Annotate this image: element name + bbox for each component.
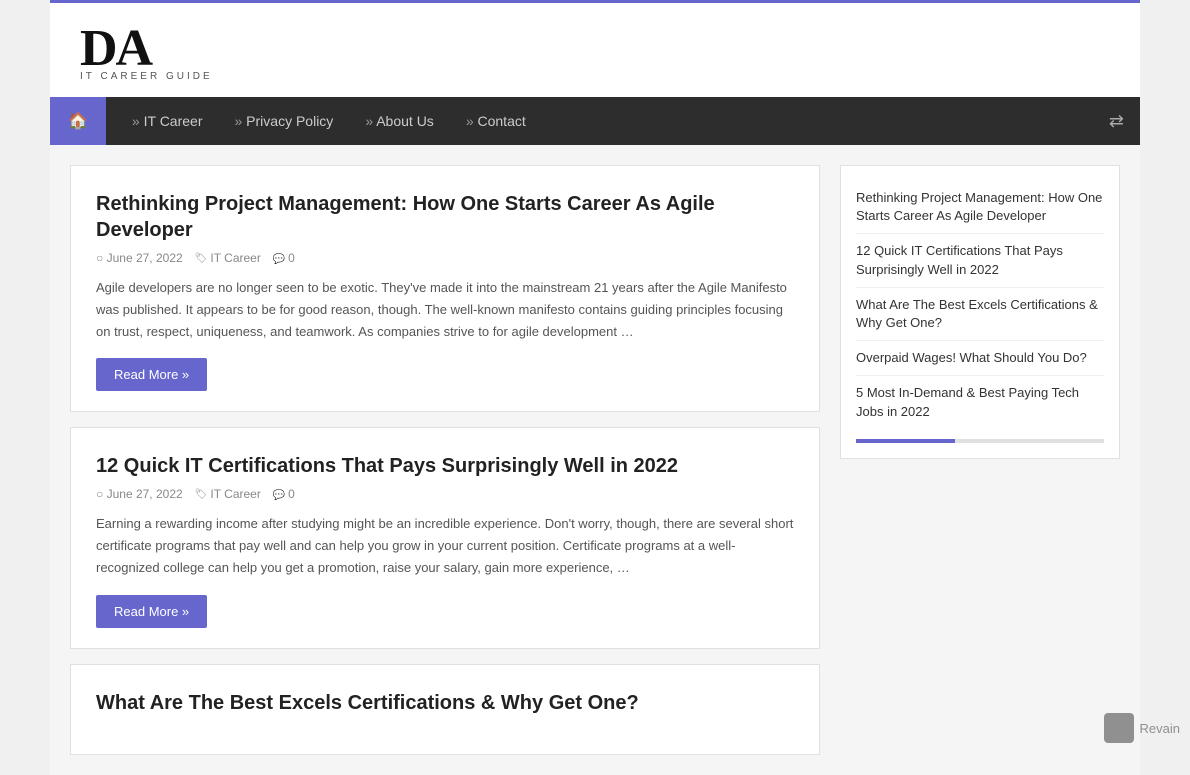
read-more-button[interactable]: Read More » — [96, 358, 207, 391]
post-meta: June 27, 2022 IT Career 0 — [96, 487, 794, 501]
post-excerpt: Earning a rewarding income after studyin… — [96, 513, 794, 579]
sidebar-link[interactable]: Rethinking Project Management: How One S… — [856, 190, 1102, 223]
post-comments: 0 — [273, 251, 295, 265]
post-date: June 27, 2022 — [96, 487, 183, 501]
nav-link-contact[interactable]: Contact — [450, 99, 542, 143]
sidebar-progress — [856, 439, 1104, 443]
sidebar-link[interactable]: Overpaid Wages! What Should You Do? — [856, 350, 1087, 365]
logo-sub: IT CAREER GUIDE — [80, 71, 213, 82]
post-comments: 0 — [273, 487, 295, 501]
post-date: June 27, 2022 — [96, 251, 183, 265]
revain-watermark: Revain — [1104, 713, 1180, 743]
revain-text: Revain — [1140, 721, 1180, 736]
sidebar-progress-fill — [856, 439, 955, 443]
sidebar-link[interactable]: 12 Quick IT Certifications That Pays Sur… — [856, 243, 1063, 276]
post-card: Rethinking Project Management: How One S… — [70, 165, 820, 412]
random-icon[interactable]: ⇄ — [1093, 101, 1140, 142]
read-more-button[interactable]: Read More » — [96, 595, 207, 628]
posts-column: Rethinking Project Management: How One S… — [70, 165, 820, 755]
site-header: DA IT CAREER GUIDE — [50, 3, 1140, 97]
sidebar-link-item: What Are The Best Excels Certifications … — [856, 288, 1104, 341]
main-content: Rethinking Project Management: How One S… — [50, 145, 1140, 775]
post-card: 12 Quick IT Certifications That Pays Sur… — [70, 427, 820, 648]
home-nav-button[interactable]: 🏠 — [50, 97, 106, 145]
nav-link-privacy[interactable]: Privacy Policy — [218, 99, 349, 143]
sidebar: Rethinking Project Management: How One S… — [840, 165, 1120, 755]
post-meta: June 27, 2022 IT Career 0 — [96, 251, 794, 265]
sidebar-link-item: 12 Quick IT Certifications That Pays Sur… — [856, 234, 1104, 287]
post-excerpt: Agile developers are no longer seen to b… — [96, 277, 794, 343]
logo-main: DA — [80, 23, 213, 75]
page-wrapper: DA IT CAREER GUIDE 🏠 IT Career Privacy P… — [50, 0, 1140, 775]
post-title: Rethinking Project Management: How One S… — [96, 191, 794, 243]
nav-links: IT Career Privacy Policy About Us Contac… — [106, 99, 1093, 143]
post-card: What Are The Best Excels Certifications … — [70, 664, 820, 755]
post-title: 12 Quick IT Certifications That Pays Sur… — [96, 453, 794, 479]
post-title: What Are The Best Excels Certifications … — [96, 690, 794, 716]
sidebar-link[interactable]: 5 Most In-Demand & Best Paying Tech Jobs… — [856, 385, 1079, 418]
sidebar-widget: Rethinking Project Management: How One S… — [840, 165, 1120, 459]
logo[interactable]: DA IT CAREER GUIDE — [80, 23, 213, 82]
post-category[interactable]: IT Career — [195, 487, 261, 501]
sidebar-link-item: Overpaid Wages! What Should You Do? — [856, 341, 1104, 376]
sidebar-links: Rethinking Project Management: How One S… — [856, 181, 1104, 429]
nav-link-about[interactable]: About Us — [349, 99, 450, 143]
nav-bar: 🏠 IT Career Privacy Policy About Us Cont… — [50, 97, 1140, 145]
sidebar-link-item: 5 Most In-Demand & Best Paying Tech Jobs… — [856, 376, 1104, 428]
revain-icon — [1104, 713, 1134, 743]
sidebar-link-item: Rethinking Project Management: How One S… — [856, 181, 1104, 234]
post-category[interactable]: IT Career — [195, 251, 261, 265]
sidebar-link[interactable]: What Are The Best Excels Certifications … — [856, 297, 1098, 330]
nav-link-it-career[interactable]: IT Career — [116, 99, 219, 143]
